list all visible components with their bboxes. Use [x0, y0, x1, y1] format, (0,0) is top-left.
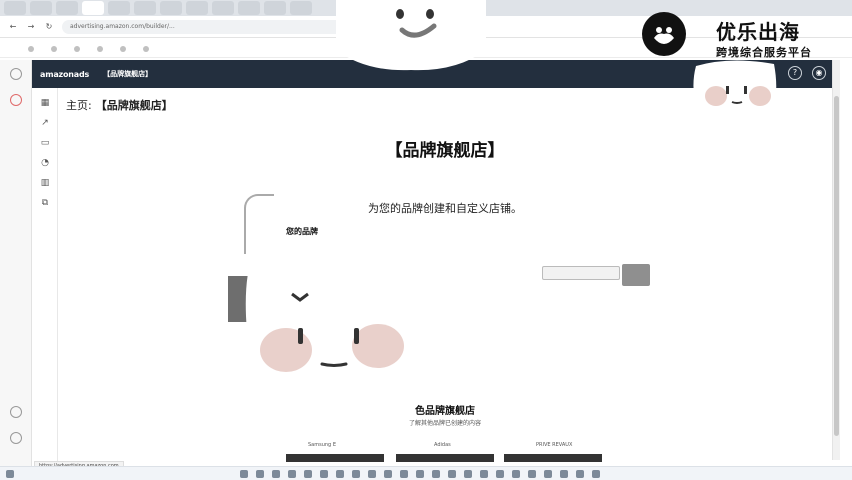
profile-icon[interactable]	[10, 68, 22, 80]
bookmark-item[interactable]	[97, 45, 106, 52]
browser-tab[interactable]	[290, 1, 312, 15]
taskbar-app-icon[interactable]	[256, 470, 264, 478]
taskbar-app-icon[interactable]	[480, 470, 488, 478]
taskbar-app-icon[interactable]	[320, 470, 328, 478]
taskbar-app-icon[interactable]	[288, 470, 296, 478]
browser-tab[interactable]	[212, 1, 234, 15]
create-store-button[interactable]	[542, 266, 620, 280]
breadcrumb-store: 【品牌旗舰店】	[95, 99, 173, 112]
trend-icon[interactable]: ↗	[40, 118, 50, 128]
bookmark-icon	[120, 45, 126, 52]
chart-icon[interactable]: ▥	[40, 178, 50, 188]
browser-tab[interactable]	[238, 1, 260, 15]
stores-subheading: 了解其他品牌已创建的内容	[408, 420, 481, 427]
taskbar-app-icon[interactable]	[560, 470, 568, 478]
cartoon-face-sticker-top	[336, 0, 486, 71]
scrollbar[interactable]	[832, 60, 840, 460]
browser-tab[interactable]	[4, 1, 26, 15]
taskbar	[0, 466, 852, 480]
wallet-icon[interactable]: ▭	[40, 138, 50, 148]
bookmark-item[interactable]	[74, 45, 83, 52]
taskbar-app-icon[interactable]	[384, 470, 392, 478]
bookmark-item[interactable]	[28, 45, 37, 52]
taskbar-app-icon[interactable]	[352, 470, 360, 478]
bookmark-icon	[51, 45, 57, 52]
taskbar-app-icon[interactable]	[240, 470, 248, 478]
settings-icon[interactable]	[10, 432, 22, 444]
browser-tab[interactable]	[134, 1, 156, 15]
url-field[interactable]: advertising.amazon.com/builder/...	[62, 19, 382, 34]
reload-icon[interactable]: ↻	[44, 22, 54, 32]
page-subtitle: 为您的品牌创建和自定义店铺。	[368, 202, 522, 215]
back-icon[interactable]: ←	[8, 22, 18, 32]
history-icon[interactable]	[10, 406, 22, 418]
gauge-icon[interactable]: ◔	[40, 158, 50, 168]
stores-icon[interactable]: ⧉	[40, 198, 50, 208]
store-card-label: Adidas	[434, 442, 451, 448]
store-card-label: PRIVE REVAUX	[536, 442, 573, 448]
browser-tab[interactable]	[186, 1, 208, 15]
dashboard-icon[interactable]: ▦	[40, 98, 50, 108]
browser-tab[interactable]	[108, 1, 130, 15]
bookmark-item[interactable]	[120, 45, 129, 52]
scrollbar-thumb[interactable]	[834, 96, 839, 436]
store-card[interactable]	[286, 454, 384, 462]
store-card[interactable]	[504, 454, 602, 462]
bookmark-icon	[74, 45, 80, 52]
store-thumbnail	[622, 264, 650, 286]
bookmark-icon	[97, 45, 103, 52]
browser-tab[interactable]	[30, 1, 52, 15]
taskbar-app-icon[interactable]	[336, 470, 344, 478]
stores-heading: 色品牌旗舰店	[415, 406, 475, 417]
bookmark-item[interactable]	[51, 45, 60, 52]
ads-nav-rail: ▦ ↗ ▭ ◔ ▥ ⧉	[32, 88, 58, 480]
bookmark-item[interactable]	[143, 45, 152, 52]
breadcrumb: 主页: 【品牌旗舰店】	[66, 97, 173, 113]
user-icon[interactable]: ◉	[812, 66, 826, 80]
taskbar-app-icon[interactable]	[416, 470, 424, 478]
watermark-title: 优乐出海	[716, 20, 800, 44]
taskbar-app-icon[interactable]	[400, 470, 408, 478]
start-icon[interactable]	[6, 470, 14, 478]
main-content: 主页: 【品牌旗舰店】 【品牌旗舰店】 为您的品牌创建和自定义店铺。 您的品牌 …	[58, 88, 832, 462]
bookmark-icon	[28, 45, 34, 52]
extension-icon[interactable]	[10, 94, 22, 106]
taskbar-app-icon[interactable]	[576, 470, 584, 478]
watermark: 优乐出海 跨境综合服务平台	[634, 4, 846, 64]
taskbar-app-icon[interactable]	[496, 470, 504, 478]
page-title: 【品牌旗舰店】	[385, 141, 505, 161]
browser-tab[interactable]	[82, 1, 104, 15]
cartoon-face-sticker-center	[245, 242, 414, 389]
bookmark-icon	[143, 45, 149, 52]
taskbar-app-icon[interactable]	[512, 470, 520, 478]
browser-tab[interactable]	[160, 1, 182, 15]
taskbar-app-icon[interactable]	[544, 470, 552, 478]
taskbar-app-icon[interactable]	[368, 470, 376, 478]
store-card[interactable]	[396, 454, 494, 462]
cartoon-face-sticker-right	[693, 60, 777, 118]
taskbar-app-icon[interactable]	[528, 470, 536, 478]
browser-side-rail	[0, 60, 32, 480]
store-name: 【品牌旗舰店】	[103, 70, 153, 78]
lion-logo-icon	[642, 12, 686, 56]
help-icon[interactable]: ?	[788, 66, 802, 80]
store-card-label: Samsung E	[308, 442, 336, 448]
amazon-ads-logo[interactable]: amazonads	[40, 70, 89, 79]
browser-tab[interactable]	[264, 1, 286, 15]
browser-tab[interactable]	[56, 1, 78, 15]
taskbar-app-icon[interactable]	[304, 470, 312, 478]
taskbar-app-icon[interactable]	[432, 470, 440, 478]
taskbar-app-icon[interactable]	[592, 470, 600, 478]
forward-icon[interactable]: →	[26, 22, 36, 32]
breadcrumb-home[interactable]: 主页:	[66, 97, 92, 113]
taskbar-app-icon[interactable]	[272, 470, 280, 478]
taskbar-app-icon[interactable]	[464, 470, 472, 478]
taskbar-app-icon[interactable]	[448, 470, 456, 478]
